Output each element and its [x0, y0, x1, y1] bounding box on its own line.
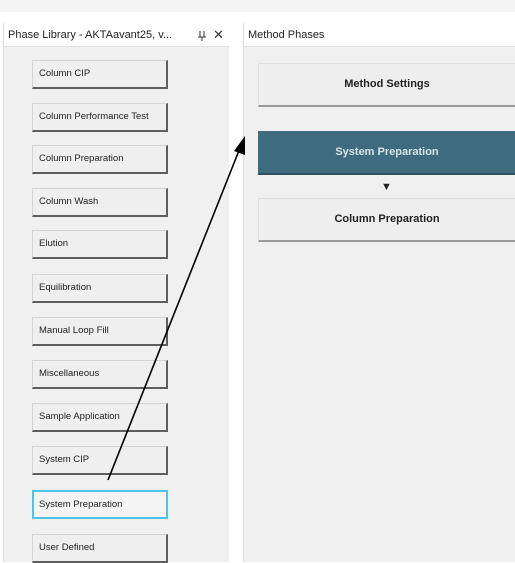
drag-annotation-arrow: [107, 136, 245, 481]
